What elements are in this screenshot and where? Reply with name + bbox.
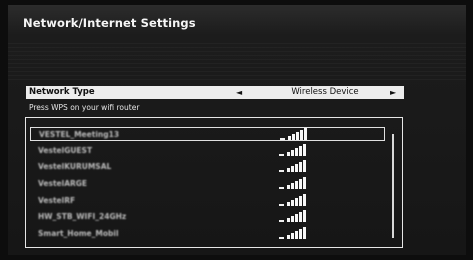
- network-type-value: Wireless Device: [291, 87, 359, 97]
- network-list-item[interactable]: Smart_Home_Mobil: [30, 227, 385, 241]
- wifi-signal-icon: [279, 160, 309, 174]
- signal-bar: [303, 160, 306, 172]
- signal-bar: [291, 166, 294, 172]
- signal-bar: [287, 152, 290, 156]
- signal-bar: [295, 164, 298, 172]
- signal-bar: [295, 181, 298, 189]
- signal-bar: [288, 136, 291, 140]
- arrow-right-icon[interactable]: ►: [390, 86, 396, 99]
- network-ssid: VestelRF: [38, 196, 76, 205]
- network-type-selector[interactable]: Network Type ◄ Wireless Device ►: [26, 86, 404, 99]
- scrollbar[interactable]: [392, 134, 394, 238]
- signal-bar: [299, 162, 302, 172]
- signal-bar: [292, 134, 295, 140]
- signal-bar: [291, 200, 294, 206]
- signal-bar: [299, 229, 302, 239]
- signal-bar: [291, 150, 294, 156]
- signal-baseline: [279, 237, 284, 239]
- network-list-item[interactable]: VestelGUEST: [30, 144, 385, 158]
- wifi-signal-icon: [279, 194, 309, 208]
- network-ssid: VestelARGE: [38, 179, 88, 188]
- signal-bar: [299, 179, 302, 189]
- wifi-signal-icon: [279, 177, 309, 191]
- signal-bar: [295, 231, 298, 239]
- network-list-item[interactable]: VestelRF: [30, 194, 385, 208]
- signal-bar: [291, 216, 294, 222]
- wifi-signal-icon: [279, 227, 309, 241]
- network-ssid: VestelKURUMSAL: [38, 162, 112, 171]
- signal-baseline: [279, 170, 284, 172]
- network-list-item[interactable]: VestelARGE: [30, 177, 385, 191]
- signal-bar: [304, 128, 307, 140]
- signal-bar: [287, 202, 290, 206]
- signal-bar: [296, 132, 299, 140]
- wifi-signal-icon: [279, 144, 309, 158]
- signal-bar: [303, 194, 306, 206]
- signal-bar: [303, 177, 306, 189]
- signal-bar: [287, 235, 290, 239]
- signal-bar: [299, 146, 302, 156]
- settings-screen: Network/Internet Settings Network Type ◄…: [8, 5, 466, 255]
- signal-baseline: [280, 138, 285, 140]
- network-ssid: VestelGUEST: [38, 146, 93, 155]
- network-list: VESTEL_Meeting13 VestelGUEST VestelKURUMSA…: [25, 117, 403, 248]
- signal-bar: [287, 185, 290, 189]
- signal-bar: [295, 198, 298, 206]
- signal-baseline: [279, 220, 284, 222]
- network-list-item[interactable]: VESTEL_Meeting13: [30, 127, 385, 141]
- signal-bar: [303, 227, 306, 239]
- signal-bar: [303, 210, 306, 222]
- network-ssid: HW_STB_WIFI_24GHz: [38, 212, 127, 221]
- header-stripes: [8, 43, 466, 83]
- wifi-signal-icon: [280, 128, 310, 142]
- arrow-left-icon[interactable]: ◄: [236, 86, 242, 99]
- wps-hint: Press WPS on your wifi router: [29, 103, 140, 112]
- signal-bar: [287, 168, 290, 172]
- page-title: Network/Internet Settings: [23, 16, 196, 30]
- signal-bar: [303, 144, 306, 156]
- network-type-label: Network Type: [29, 87, 95, 97]
- signal-bar: [295, 148, 298, 156]
- signal-bar: [291, 233, 294, 239]
- network-ssid: Smart_Home_Mobil: [38, 229, 119, 238]
- signal-bar: [299, 212, 302, 222]
- network-list-item[interactable]: VestelKURUMSAL: [30, 160, 385, 174]
- wifi-signal-icon: [279, 210, 309, 224]
- signal-baseline: [279, 204, 284, 206]
- network-list-item[interactable]: HW_STB_WIFI_24GHz: [30, 210, 385, 224]
- signal-baseline: [279, 187, 284, 189]
- network-ssid: VESTEL_Meeting13: [39, 130, 120, 139]
- signal-bar: [287, 218, 290, 222]
- signal-bar: [300, 130, 303, 140]
- signal-bar: [291, 183, 294, 189]
- signal-bar: [295, 214, 298, 222]
- signal-bar: [299, 196, 302, 206]
- signal-baseline: [279, 154, 284, 156]
